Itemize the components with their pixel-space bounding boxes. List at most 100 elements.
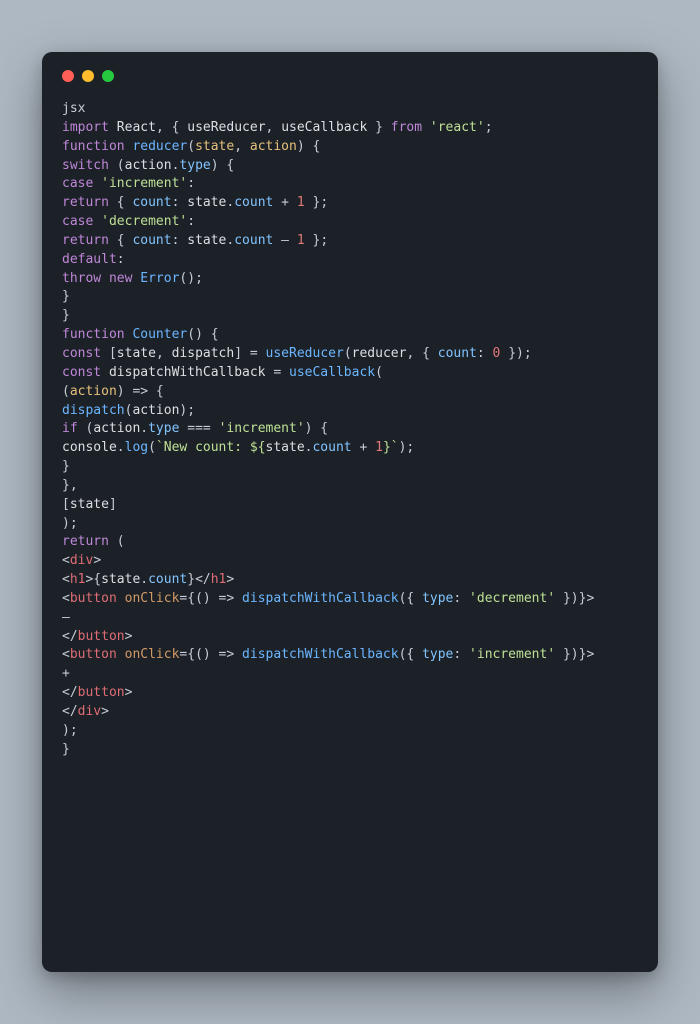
code-token: < — [62, 647, 70, 662]
code-token: — — [62, 610, 70, 625]
code-token: useReducer — [266, 346, 344, 361]
code-token — [109, 120, 117, 135]
code-token: })}> — [555, 591, 594, 606]
code-token: state — [101, 572, 140, 587]
code-token: ={() => — [179, 591, 242, 606]
code-token: > — [125, 629, 133, 644]
code-line: <button onClick={() => dispatchWithCallb… — [62, 647, 594, 662]
code-token: case — [62, 214, 93, 229]
code-token: { — [109, 233, 132, 248]
code-token: === — [179, 421, 218, 436]
code-token: } — [367, 120, 390, 135]
code-token: console — [62, 440, 117, 455]
code-token: : — [187, 176, 195, 191]
code-token: count — [234, 195, 273, 210]
code-token: jsx — [62, 101, 85, 116]
code-token: : — [117, 252, 125, 267]
code-token: : — [187, 214, 195, 229]
code-token: button — [70, 591, 117, 606]
code-line: return { count: state.count – 1 }; — [62, 233, 328, 248]
code-window: jsx import React, { useReducer, useCallb… — [42, 52, 658, 972]
minimize-icon[interactable] — [82, 70, 94, 82]
code-token: default — [62, 252, 117, 267]
code-token: reducer — [352, 346, 407, 361]
code-token: action — [70, 384, 117, 399]
code-token: < — [62, 553, 70, 568]
code-token: ( — [187, 139, 195, 154]
code-line: throw new Error(); — [62, 271, 203, 286]
code-token: }</ — [187, 572, 210, 587]
code-token: state — [117, 346, 156, 361]
code-token: ( — [78, 421, 94, 436]
code-token: </ — [62, 629, 78, 644]
code-line: case 'decrement': — [62, 214, 195, 229]
code-line: jsx — [62, 101, 85, 116]
code-token: . — [140, 572, 148, 587]
code-line: + — [62, 666, 70, 681]
code-line: <div> — [62, 553, 101, 568]
code-token: onClick — [125, 591, 180, 606]
code-line: ); — [62, 723, 78, 738]
code-token: 'increment' — [101, 176, 187, 191]
code-token: action — [250, 139, 297, 154]
code-token: const — [62, 365, 101, 380]
code-token: 'increment' — [219, 421, 305, 436]
code-token: type — [179, 158, 210, 173]
code-token: , — [234, 139, 250, 154]
code-token: function — [62, 327, 125, 342]
code-token: useCallback — [281, 120, 367, 135]
code-token: count — [132, 233, 171, 248]
code-token: ({ — [399, 591, 422, 606]
code-token: state — [70, 497, 109, 512]
code-token: new — [109, 271, 132, 286]
code-token: > — [125, 685, 133, 700]
code-block: jsx import React, { useReducer, useCallb… — [62, 100, 638, 760]
code-line: function Counter() { — [62, 327, 219, 342]
code-token: ); — [179, 403, 195, 418]
code-line: import React, { useReducer, useCallback … — [62, 120, 493, 135]
code-token: : — [172, 195, 188, 210]
zoom-icon[interactable] — [102, 70, 114, 82]
code-token: reducer — [132, 139, 187, 154]
close-icon[interactable] — [62, 70, 74, 82]
code-token: count — [312, 440, 351, 455]
code-token: ( — [109, 534, 125, 549]
code-line: <button onClick={() => dispatchWithCallb… — [62, 591, 594, 606]
code-token: state — [195, 139, 234, 154]
code-token: Counter — [132, 327, 187, 342]
code-token: ) => { — [117, 384, 164, 399]
code-token: [ — [62, 497, 70, 512]
code-token: count — [132, 195, 171, 210]
code-line: return { count: state.count + 1 }; — [62, 195, 328, 210]
code-token: 'increment' — [469, 647, 555, 662]
code-token: count — [148, 572, 187, 587]
code-token — [422, 120, 430, 135]
code-token: case — [62, 176, 93, 191]
code-line: switch (action.type) { — [62, 158, 234, 173]
code-token: return — [62, 195, 109, 210]
code-token: ; — [485, 120, 493, 135]
code-token: } — [62, 308, 70, 323]
code-token: { — [109, 195, 132, 210]
code-token: }); — [500, 346, 531, 361]
code-token: dispatch — [62, 403, 125, 418]
code-token: ); — [62, 516, 78, 531]
code-line: function reducer(state, action) { — [62, 139, 320, 154]
code-token: ] — [109, 497, 117, 512]
code-token — [101, 365, 109, 380]
code-token: dispatchWithCallback — [109, 365, 266, 380]
code-token: > — [101, 704, 109, 719]
code-token: + — [62, 666, 70, 681]
code-token: return — [62, 534, 109, 549]
code-token: ); — [399, 440, 415, 455]
code-token: button — [70, 647, 117, 662]
code-line: console.log(`New count: ${state.count + … — [62, 440, 414, 455]
code-line: dispatch(action); — [62, 403, 195, 418]
code-token: ) { — [297, 139, 320, 154]
code-token: ={() => — [179, 647, 242, 662]
code-line: }, — [62, 478, 78, 493]
code-line: } — [62, 459, 70, 474]
code-token: , — [156, 346, 172, 361]
code-token: ) { — [305, 421, 328, 436]
code-line: } — [62, 289, 70, 304]
